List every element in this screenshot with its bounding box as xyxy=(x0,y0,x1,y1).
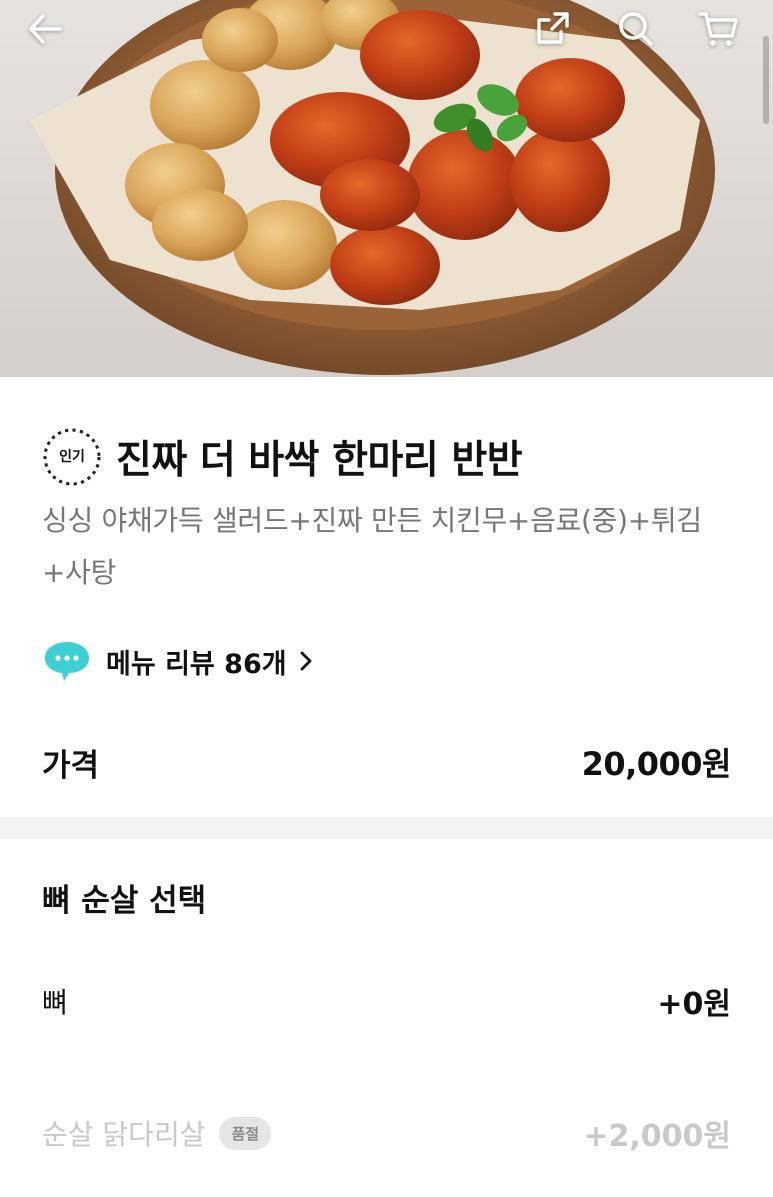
menu-title: 진짜 더 바싹 한마리 반반 xyxy=(116,438,523,483)
menu-detail-screen: 인기 진짜 더 바싹 한마리 반반 싱싱 야채가득 샐러드+진짜 만든 치킨무+… xyxy=(0,0,773,1197)
search-button[interactable] xyxy=(617,10,665,58)
option-name: 순살 닭다리살 xyxy=(42,1118,206,1151)
popular-badge-label: 인기 xyxy=(59,449,85,465)
option-price: +0원 xyxy=(657,987,731,1022)
chat-bubble-icon xyxy=(45,642,89,681)
cart-icon xyxy=(698,12,738,46)
option-name: 뼈 xyxy=(42,986,68,1019)
title-row: 인기 진짜 더 바싹 한마리 반반 xyxy=(40,425,523,489)
scroll-indicator xyxy=(763,36,769,124)
menu-review-link[interactable]: 메뉴 리뷰 86개 xyxy=(42,639,313,683)
option-item-bone[interactable]: 뼈 +0원 xyxy=(42,979,731,1023)
search-icon xyxy=(619,12,653,46)
price-label: 가격 xyxy=(42,747,100,784)
top-navigation-bar xyxy=(0,0,773,70)
menu-description: 싱싱 야채가득 샐러드+진짜 만든 치킨무+음료(중)+튀김+사탕 xyxy=(42,504,702,589)
cart-button[interactable] xyxy=(698,10,746,58)
menu-review-count: 메뉴 리뷰 86개 xyxy=(106,648,287,680)
option-group-title: 뼈 순살 선택 xyxy=(42,883,207,919)
sold-out-badge: 품절 xyxy=(219,1116,272,1150)
chevron-right-icon xyxy=(300,651,311,671)
price-row: 가격 20,000원 xyxy=(42,739,732,785)
section-divider xyxy=(0,817,773,839)
popular-badge: 인기 xyxy=(40,425,104,489)
share-button[interactable] xyxy=(535,10,583,58)
share-icon xyxy=(537,12,569,44)
menu-info-section: 인기 진짜 더 바싹 한마리 반반 싱싱 야채가득 샐러드+진짜 만든 치킨무+… xyxy=(0,377,773,817)
arrow-left-icon xyxy=(29,14,62,44)
option-group-bone-boneless: 뼈 순살 선택 뼈 +0원 순살 닭다리살 품절 +2,000원 xyxy=(0,839,773,1197)
option-item-boneless-thigh: 순살 닭다리살 품절 +2,000원 xyxy=(42,1111,731,1155)
option-price: +2,000원 xyxy=(583,1119,731,1154)
menu-photo xyxy=(0,0,773,377)
back-button[interactable] xyxy=(26,10,74,58)
price-value: 20,000원 xyxy=(581,745,732,783)
